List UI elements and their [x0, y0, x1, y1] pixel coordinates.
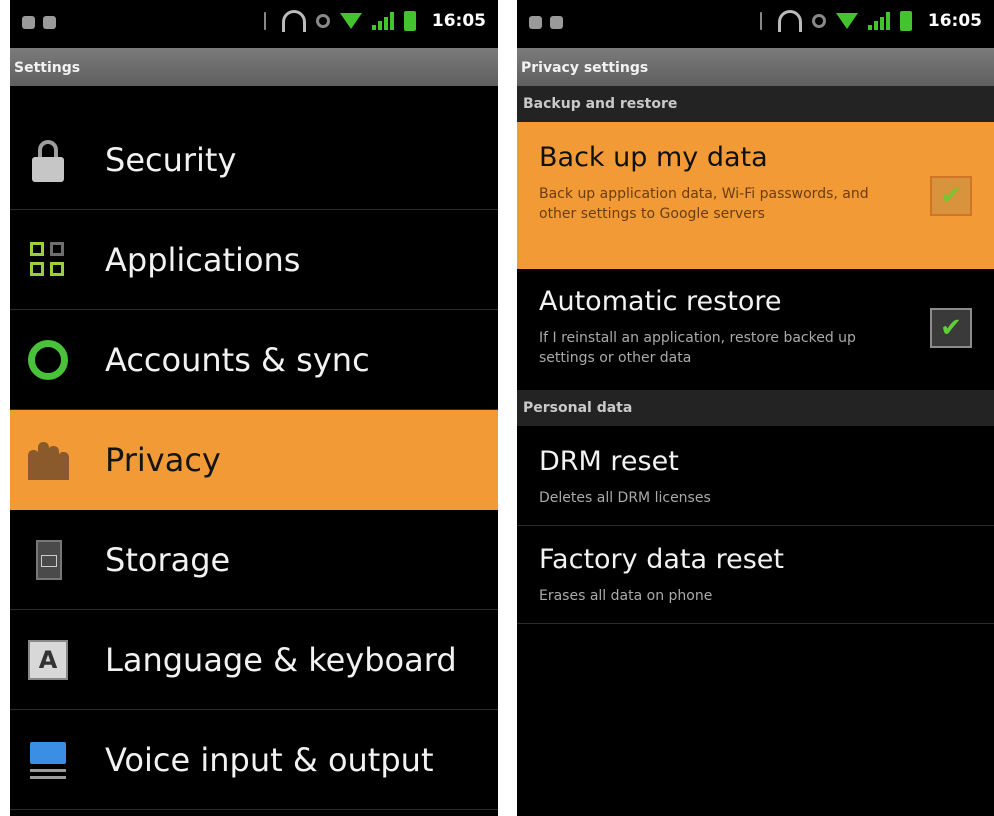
- factory-data-reset-item[interactable]: Factory data reset Erases all data on ph…: [517, 526, 994, 624]
- notification-icons: [529, 16, 563, 29]
- signal-icon: [867, 12, 890, 30]
- item-title: Factory data reset: [539, 544, 784, 575]
- item-title: Back up my data: [539, 142, 768, 173]
- settings-list: Security Applications Accounts & sync Pr…: [10, 110, 498, 810]
- notification-icons: [22, 16, 56, 29]
- item-summary: Deletes all DRM licenses: [539, 490, 711, 506]
- status-clock: 16:05: [431, 11, 486, 31]
- settings-item-applications[interactable]: Applications: [10, 210, 498, 310]
- status-bar: 16:05: [10, 0, 498, 48]
- title-bar: Privacy settings: [517, 48, 994, 86]
- settings-item-label: Applications: [105, 241, 301, 279]
- bluetooth-icon: [759, 12, 768, 30]
- applications-icon: [28, 240, 68, 280]
- sync-icon: [28, 340, 68, 380]
- sync-status-icon: [811, 14, 826, 28]
- settings-item-label: Accounts & sync: [105, 341, 370, 379]
- item-summary: Back up application data, Wi-Fi password…: [539, 186, 869, 222]
- headset-icon: [777, 10, 802, 32]
- settings-item-privacy[interactable]: Privacy: [10, 410, 498, 510]
- status-bar: 16:05: [517, 0, 994, 48]
- settings-item-label: Privacy: [105, 441, 221, 479]
- wifi-icon: [339, 13, 362, 29]
- item-title: DRM reset: [539, 446, 679, 477]
- settings-item-label: Voice input & output: [105, 741, 434, 779]
- battery-icon: [403, 11, 416, 31]
- headset-icon: [281, 10, 306, 32]
- signal-icon: [371, 12, 394, 30]
- settings-item-security[interactable]: Security: [10, 110, 498, 210]
- settings-item-voice[interactable]: Voice input & output: [10, 710, 498, 810]
- item-title: Automatic restore: [539, 286, 782, 317]
- title-bar: Settings: [10, 48, 498, 86]
- settings-item-language-keyboard[interactable]: A Language & keyboard: [10, 610, 498, 710]
- settings-item-accounts-sync[interactable]: Accounts & sync: [10, 310, 498, 410]
- automatic-restore-item[interactable]: Automatic restore If I reinstall an appl…: [517, 268, 994, 391]
- item-summary: If I reinstall an application, restore b…: [539, 330, 856, 366]
- status-icons: 16:05: [759, 10, 982, 32]
- settings-screen: 16:05 Settings Security Applications Acc…: [10, 0, 498, 816]
- settings-item-label: Language & keyboard: [105, 641, 457, 679]
- backup-my-data-item[interactable]: Back up my data Back up application data…: [517, 122, 994, 269]
- notification-icon: [550, 16, 563, 29]
- keyboard-icon: A: [28, 640, 68, 680]
- lock-icon: [28, 140, 68, 182]
- backup-checkbox[interactable]: ✔: [930, 176, 972, 216]
- section-header-personal-data: Personal data: [517, 390, 994, 426]
- item-summary: Erases all data on phone: [539, 588, 713, 604]
- status-icons: 16:05: [263, 10, 486, 32]
- settings-item-storage[interactable]: Storage: [10, 510, 498, 610]
- notification-icon: [43, 16, 56, 29]
- section-header-backup: Backup and restore: [517, 86, 994, 122]
- voice-icon: [28, 740, 68, 780]
- settings-item-label: Storage: [105, 541, 231, 579]
- privacy-settings-screen: 16:05 Privacy settings Backup and restor…: [517, 0, 994, 816]
- privacy-icon: [28, 440, 69, 480]
- sync-status-icon: [315, 14, 330, 28]
- drm-reset-item[interactable]: DRM reset Deletes all DRM licenses: [517, 426, 994, 526]
- notification-icon: [22, 16, 35, 29]
- notification-icon: [529, 16, 542, 29]
- settings-item-label: Security: [105, 141, 237, 179]
- sd-card-icon: [28, 540, 68, 580]
- status-clock: 16:05: [927, 11, 982, 31]
- wifi-icon: [835, 13, 858, 29]
- bluetooth-icon: [263, 12, 272, 30]
- auto-restore-checkbox[interactable]: ✔: [930, 308, 972, 348]
- battery-icon: [899, 11, 912, 31]
